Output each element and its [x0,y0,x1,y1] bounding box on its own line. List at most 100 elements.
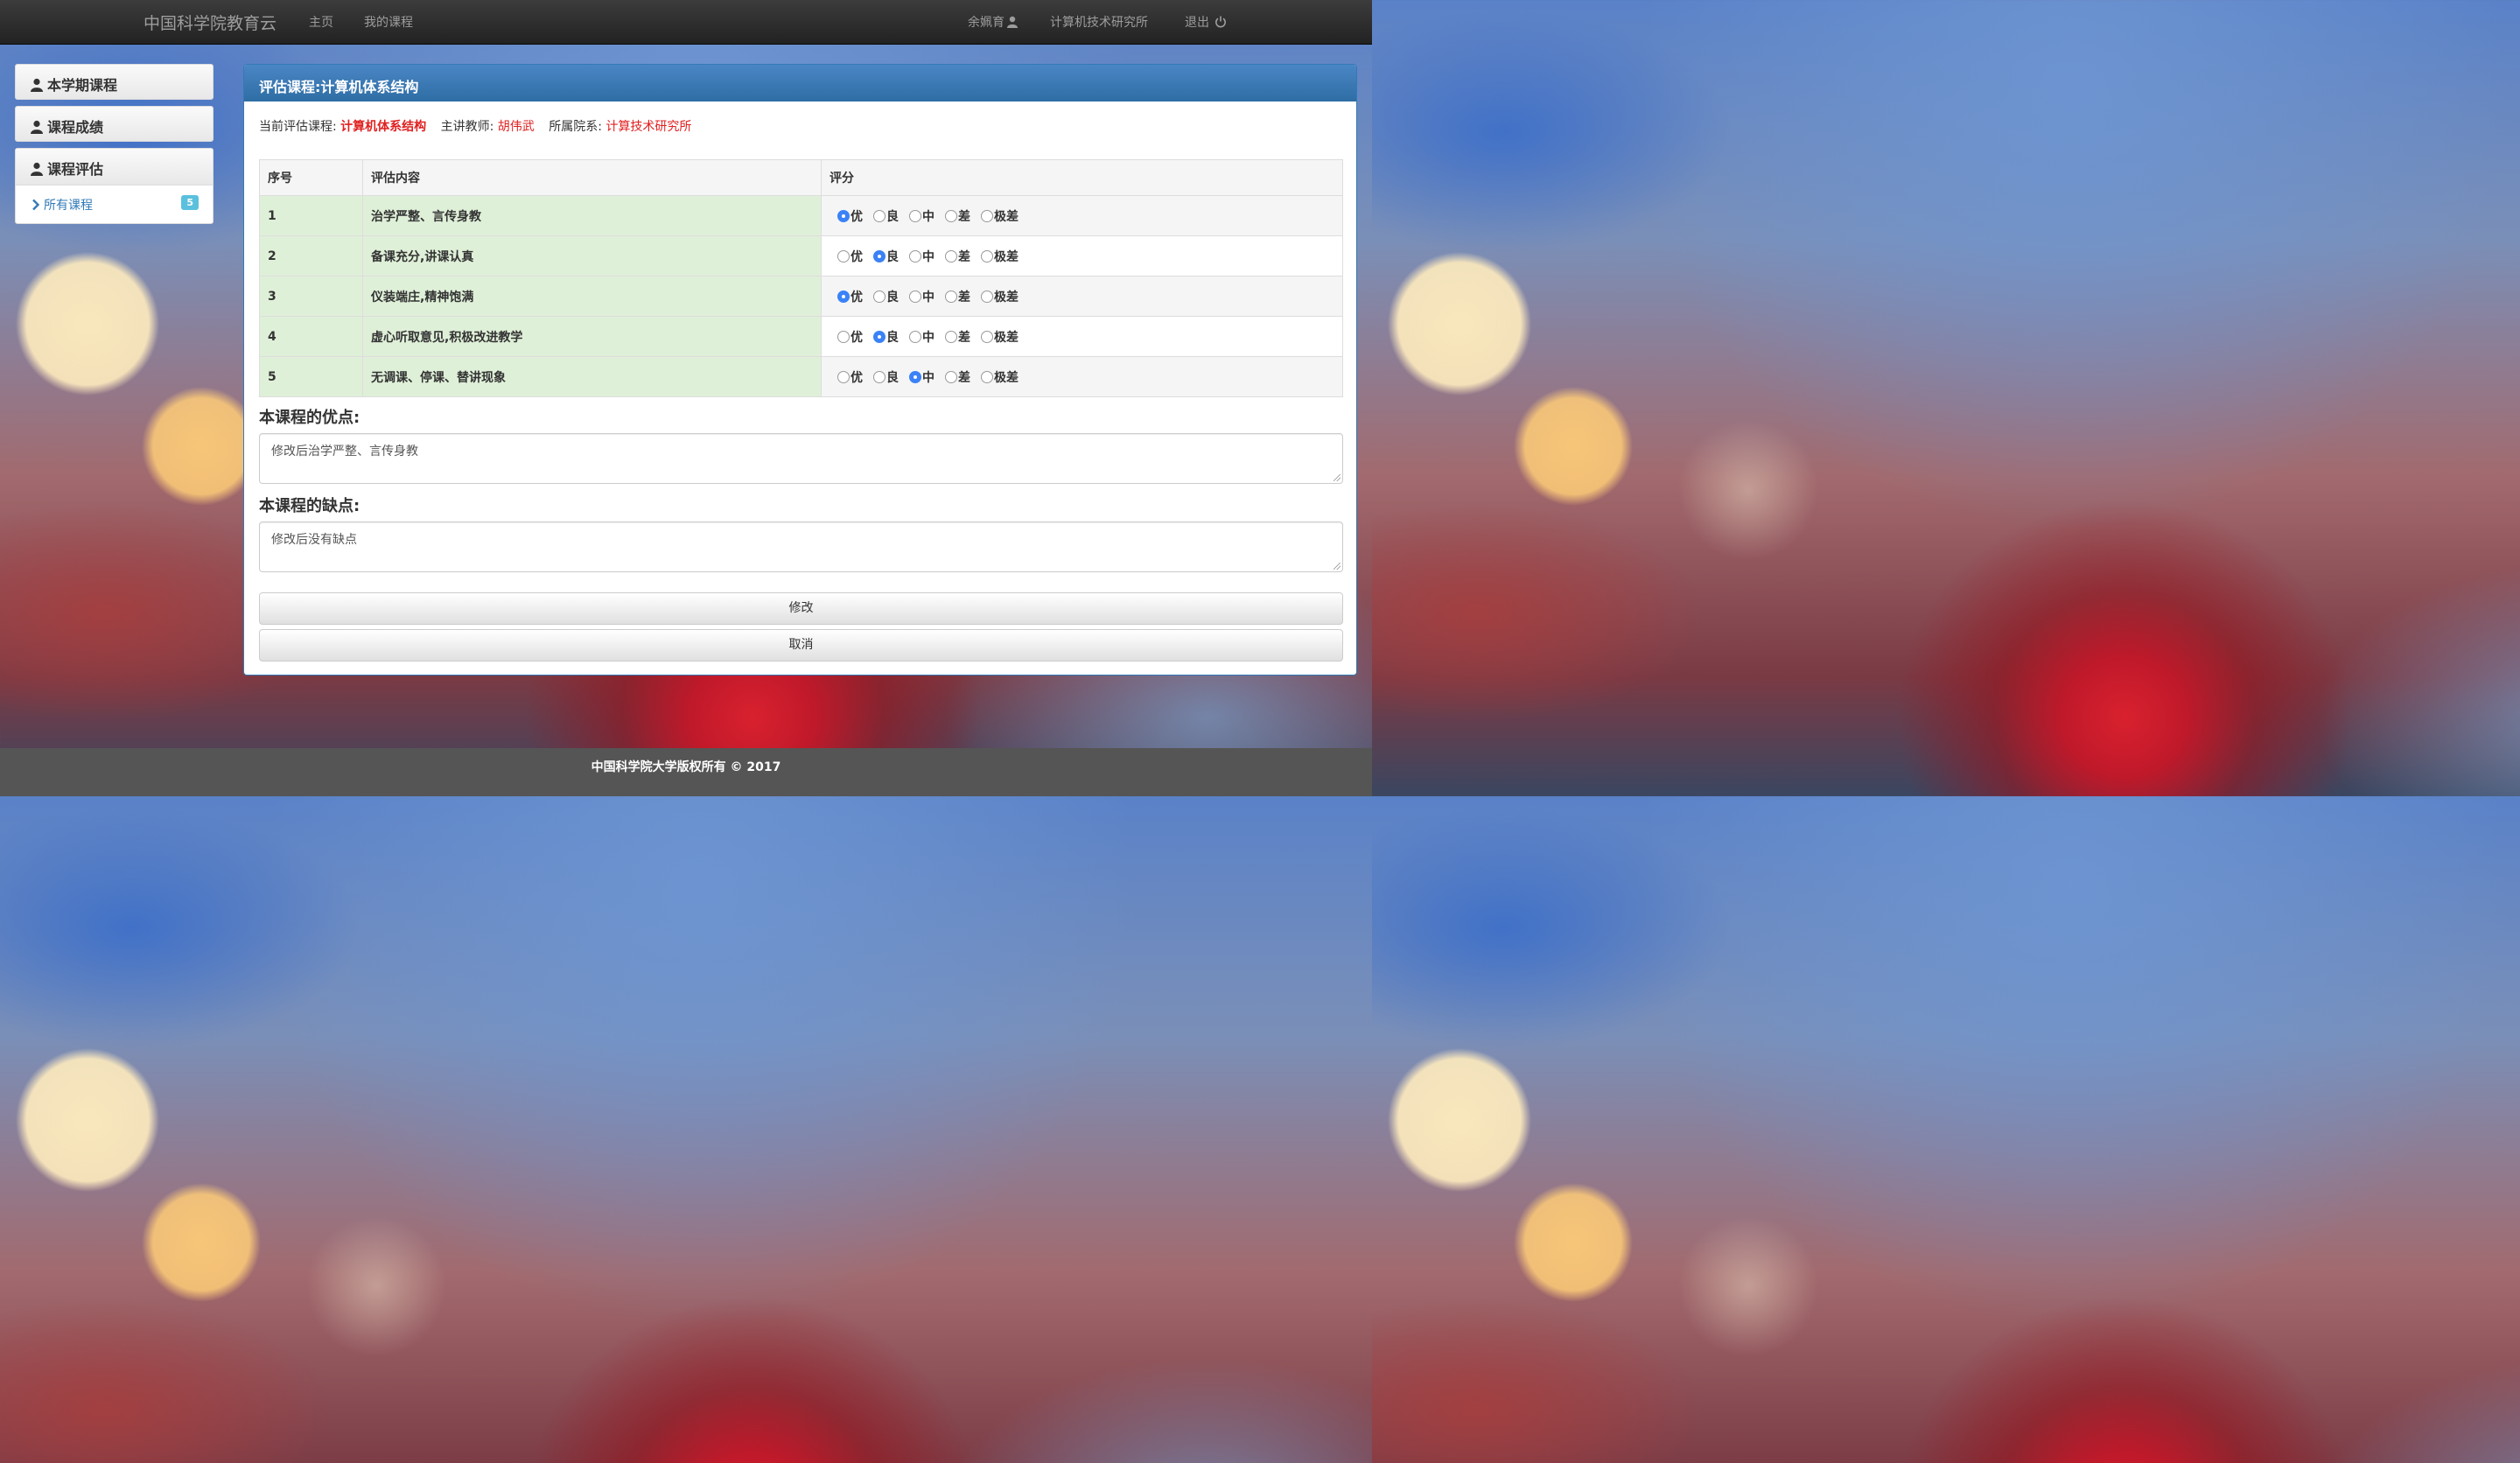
rating-option-label: 优 [850,209,863,224]
rating-option-label: 差 [958,290,970,304]
rating-option[interactable]: 差 [945,288,970,305]
radio-button[interactable] [909,249,921,262]
radio-button[interactable] [981,209,993,222]
radio-button[interactable] [837,209,850,222]
rating-option[interactable]: 中 [909,288,934,305]
row-rating-group: 优 良 中 差 极差 [821,356,1343,397]
radio-button[interactable] [873,290,886,303]
row-rating-group: 优 良 中 差 极差 [821,316,1343,357]
rating-option[interactable]: 优 [837,328,863,346]
rating-option[interactable]: 良 [873,288,899,305]
radio-button[interactable] [945,209,957,222]
rating-option[interactable]: 优 [837,288,863,305]
user-icon [30,120,44,134]
row-rating-group: 优 良 中 差 极差 [821,276,1343,317]
radio-button[interactable] [909,209,921,222]
nav-my-courses-link[interactable]: 我的课程 [364,13,413,31]
row-content: 仪装端庄,精神饱满 [362,276,822,317]
rating-option[interactable]: 良 [873,248,899,265]
rating-option[interactable]: 良 [873,207,899,225]
rating-option-label: 差 [958,209,970,224]
cancel-button[interactable]: 取消 [259,629,1343,662]
rating-option[interactable]: 差 [945,368,970,386]
rating-option[interactable]: 差 [945,248,970,265]
resize-handle[interactable] [1334,563,1340,570]
nav-user-link[interactable]: 余姵育 [968,13,1018,32]
radio-button[interactable] [945,290,957,303]
user-name: 余姵育 [968,16,1004,30]
rating-option[interactable]: 中 [909,248,934,265]
rating-option[interactable]: 极差 [981,368,1018,386]
rating-option[interactable]: 中 [909,368,934,386]
panel-title: 评估课程:计算机体系结构 [244,65,1356,102]
sidebar-item-label: 本学期课程 [47,77,118,94]
rating-option[interactable]: 良 [873,368,899,386]
sidebar-item-evaluation[interactable]: 课程评估 [16,149,213,186]
rating-option[interactable]: 良 [873,328,899,346]
user-icon [30,78,44,92]
radio-button[interactable] [909,370,921,383]
radio-button[interactable] [945,370,957,383]
rating-option-label: 中 [922,370,934,385]
rating-option-label: 极差 [994,290,1018,304]
rating-option[interactable]: 极差 [981,207,1018,225]
nav-home-link[interactable]: 主页 [309,13,333,31]
dept-label: 所属院系: [549,120,602,134]
row-number: 3 [259,276,363,317]
radio-button[interactable] [873,209,886,222]
row-number: 2 [259,235,363,276]
modify-button[interactable]: 修改 [259,592,1343,625]
logout-label: 退出 [1185,16,1209,30]
rating-option[interactable]: 优 [837,368,863,386]
radio-button[interactable] [873,370,886,383]
rating-option[interactable]: 差 [945,207,970,225]
radio-button[interactable] [981,249,993,262]
sidebar-item-current-courses[interactable]: 本学期课程 [15,64,214,100]
radio-button[interactable] [873,330,886,343]
header-content: 评估内容 [362,159,822,196]
radio-button[interactable] [981,290,993,303]
radio-button[interactable] [837,290,850,303]
cons-textarea[interactable]: 修改后没有缺点 [259,522,1343,572]
rating-option-label: 良 [886,330,899,345]
rating-option-label: 优 [850,290,863,304]
radio-button[interactable] [945,330,957,343]
footer: 中国科学院大学版权所有 © 2017 [0,748,1372,796]
rating-option[interactable]: 优 [837,248,863,265]
chevron-right-icon [32,199,40,211]
pros-textarea[interactable]: 修改后治学严整、言传身教 [259,433,1343,484]
power-icon [1214,16,1227,32]
sidebar-subitem-all-courses[interactable]: 所有课程 5 [16,186,213,224]
radio-button[interactable] [837,330,850,343]
radio-button[interactable] [837,249,850,262]
rating-option[interactable]: 中 [909,207,934,225]
rating-option[interactable]: 极差 [981,248,1018,265]
radio-button[interactable] [981,370,993,383]
cons-text: 修改后没有缺点 [271,533,357,547]
copyright-text: 中国科学院大学版权所有 © 2017 [591,760,781,774]
course-label: 当前评估课程: [259,120,337,134]
radio-button[interactable] [873,249,886,262]
logout-link[interactable]: 退出 [1185,13,1227,32]
cons-label: 本课程的缺点: [259,497,360,515]
nav-institute-link[interactable]: 计算机技术研究所 [1050,13,1148,31]
evaluation-table: 序号 评估内容 评分 1 治学严整、言传身教优良中差极差 2 备课充分,讲课认真优良中… [259,159,1343,397]
radio-button[interactable] [945,249,957,262]
sidebar-item-grades[interactable]: 课程成绩 [15,106,214,142]
rating-option[interactable]: 极差 [981,328,1018,346]
radio-button[interactable] [837,370,850,383]
rating-option-label: 极差 [994,330,1018,345]
row-content: 治学严整、言传身教 [362,195,822,236]
rating-option-label: 中 [922,249,934,264]
rating-option-label: 极差 [994,370,1018,385]
brand-logo[interactable]: 中国科学院教育云 [144,10,276,34]
rating-option[interactable]: 极差 [981,288,1018,305]
radio-button[interactable] [981,330,993,343]
resize-handle[interactable] [1334,474,1340,481]
radio-button[interactable] [909,330,921,343]
rating-option[interactable]: 优 [837,207,863,225]
rating-option[interactable]: 差 [945,328,970,346]
radio-button[interactable] [909,290,921,303]
rating-option[interactable]: 中 [909,328,934,346]
sidebar-group-evaluation: 课程评估 所有课程 5 [15,148,214,224]
